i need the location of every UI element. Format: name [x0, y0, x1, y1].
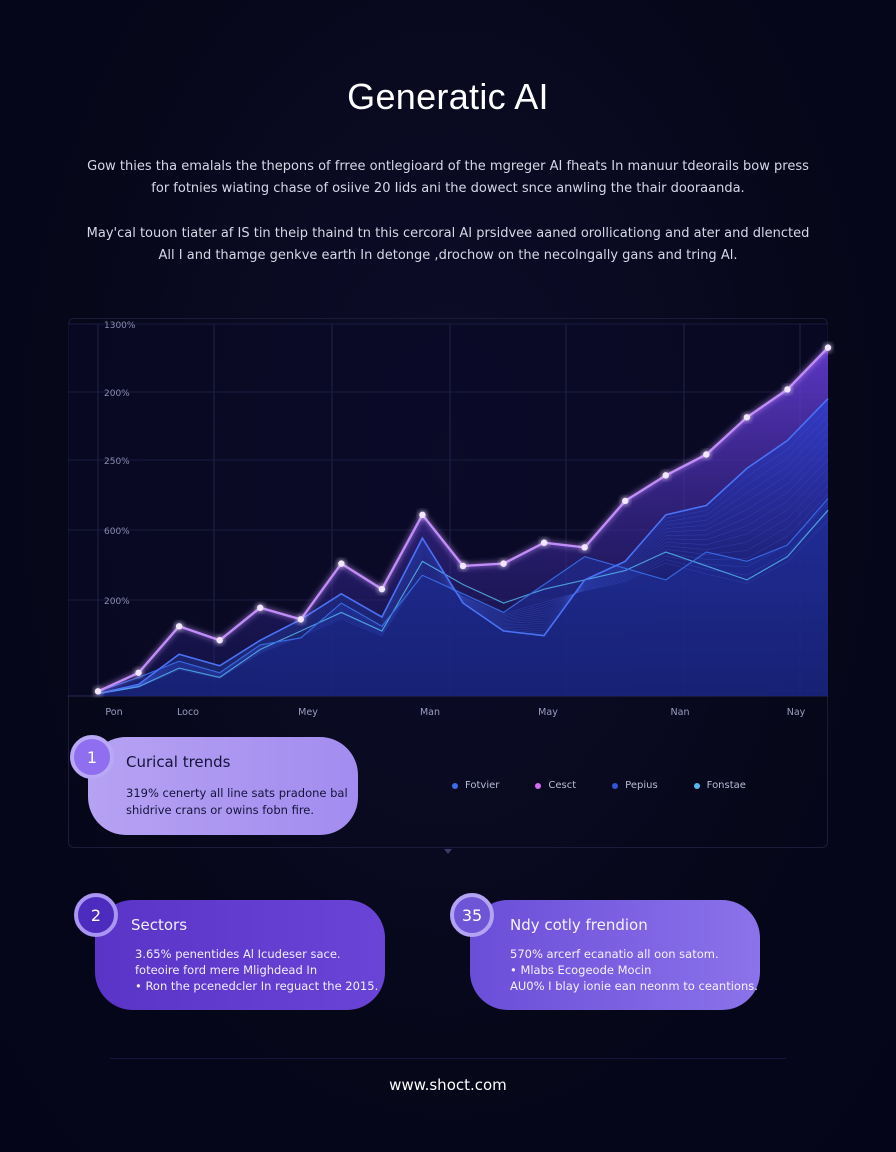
data-point-cesct: [500, 560, 507, 567]
data-point-cesct: [622, 497, 629, 505]
panel-pointer-icon: [444, 849, 452, 854]
legend-item-fotvier[interactable]: Fotvier: [452, 780, 499, 791]
data-point-cesct: [94, 688, 102, 695]
data-point-cesct: [743, 414, 751, 421]
card-text-line: AU0% I blay ionie ean neonm to ceantions…: [510, 979, 758, 993]
y-tick-label: 200%: [104, 389, 130, 399]
footer-url[interactable]: www.shoct.com: [0, 1076, 896, 1094]
legend-label-cesct: Cesct: [548, 780, 577, 791]
card-number-badge: 1: [70, 735, 114, 779]
legend-label-fonstae: Fonstae: [706, 780, 746, 791]
card-text-line: • Ron the pcenedcler In reguact the 2015…: [135, 979, 379, 993]
legend-swatch-pepius: [612, 782, 619, 789]
legend-label-pepius: Pepius: [625, 780, 658, 791]
card-sectors: Sectors 3.65% penentides Al Icudeser sac…: [95, 900, 385, 1010]
x-tick-label: Mey: [298, 707, 318, 718]
y-tick-label: 600%: [104, 527, 130, 537]
data-point-cesct: [784, 386, 791, 393]
data-point-cesct: [297, 616, 304, 623]
card-title: Curical trends: [126, 753, 231, 771]
data-point-cesct: [459, 562, 467, 570]
legend-item-pepius[interactable]: Pepius: [612, 780, 658, 791]
data-point-cesct: [257, 604, 264, 611]
x-tick-label: Man: [420, 707, 440, 718]
data-point-cesct: [338, 560, 345, 567]
card-trendion: Ndy cotly frendion 570% arcerf ecanatio …: [470, 900, 760, 1010]
legend-item-fonstae[interactable]: Fonstae: [693, 780, 746, 791]
card-title: Ndy cotly frendion: [510, 916, 648, 934]
y-tick-label: 200%: [104, 597, 130, 607]
legend-swatch-cesct: [535, 782, 542, 789]
data-point-cesct: [703, 451, 710, 458]
y-tick-label: 250%: [104, 457, 130, 467]
card-text-line: shidrive crans or owins fobn fire.: [126, 803, 315, 817]
card-text-line: • Mlabs Ecogeode Mocin: [510, 963, 652, 977]
card-text-line: foteoire ford mere Mlighdead In: [135, 963, 318, 977]
x-tick-label: Loco: [177, 707, 199, 718]
data-point-cesct: [216, 637, 223, 644]
card-number-badge: 2: [74, 893, 118, 937]
data-point-cesct: [581, 544, 588, 551]
x-tick-label: Nan: [671, 707, 690, 718]
card-critical-trends: Curical trends 319% cenerty all line sat…: [88, 737, 358, 835]
data-point-cesct: [135, 669, 142, 676]
data-point-cesct: [824, 344, 832, 351]
card-text-line: 570% arcerf ecanatio all oon satom.: [510, 947, 719, 961]
card-text-line: 319% cenerty all line sats pradone bal: [126, 786, 348, 800]
legend-label-fotvier: Fotvier: [465, 780, 500, 791]
x-tick-label: Pon: [105, 707, 122, 718]
x-tick-label: Nay: [787, 707, 806, 718]
legend-swatch-fonstae: [693, 782, 700, 789]
chart-legend: Fotvier Cesct Pepius Fonstae: [452, 780, 746, 791]
data-point-cesct: [540, 539, 548, 546]
data-point-cesct: [175, 623, 183, 630]
legend-item-cesct[interactable]: Cesct: [535, 780, 576, 791]
data-point-cesct: [378, 585, 386, 593]
data-point-cesct: [662, 472, 669, 479]
card-text-line: 3.65% penentides Al Icudeser sace.: [135, 947, 341, 961]
card-title: Sectors: [131, 916, 188, 934]
y-tick-label: 1300%: [104, 321, 136, 331]
legend-swatch-fotvier: [452, 782, 458, 789]
footer-divider: [110, 1058, 786, 1059]
card-number-badge: 35: [450, 893, 494, 937]
x-tick-label: May: [538, 707, 558, 718]
data-point-cesct: [419, 511, 426, 519]
